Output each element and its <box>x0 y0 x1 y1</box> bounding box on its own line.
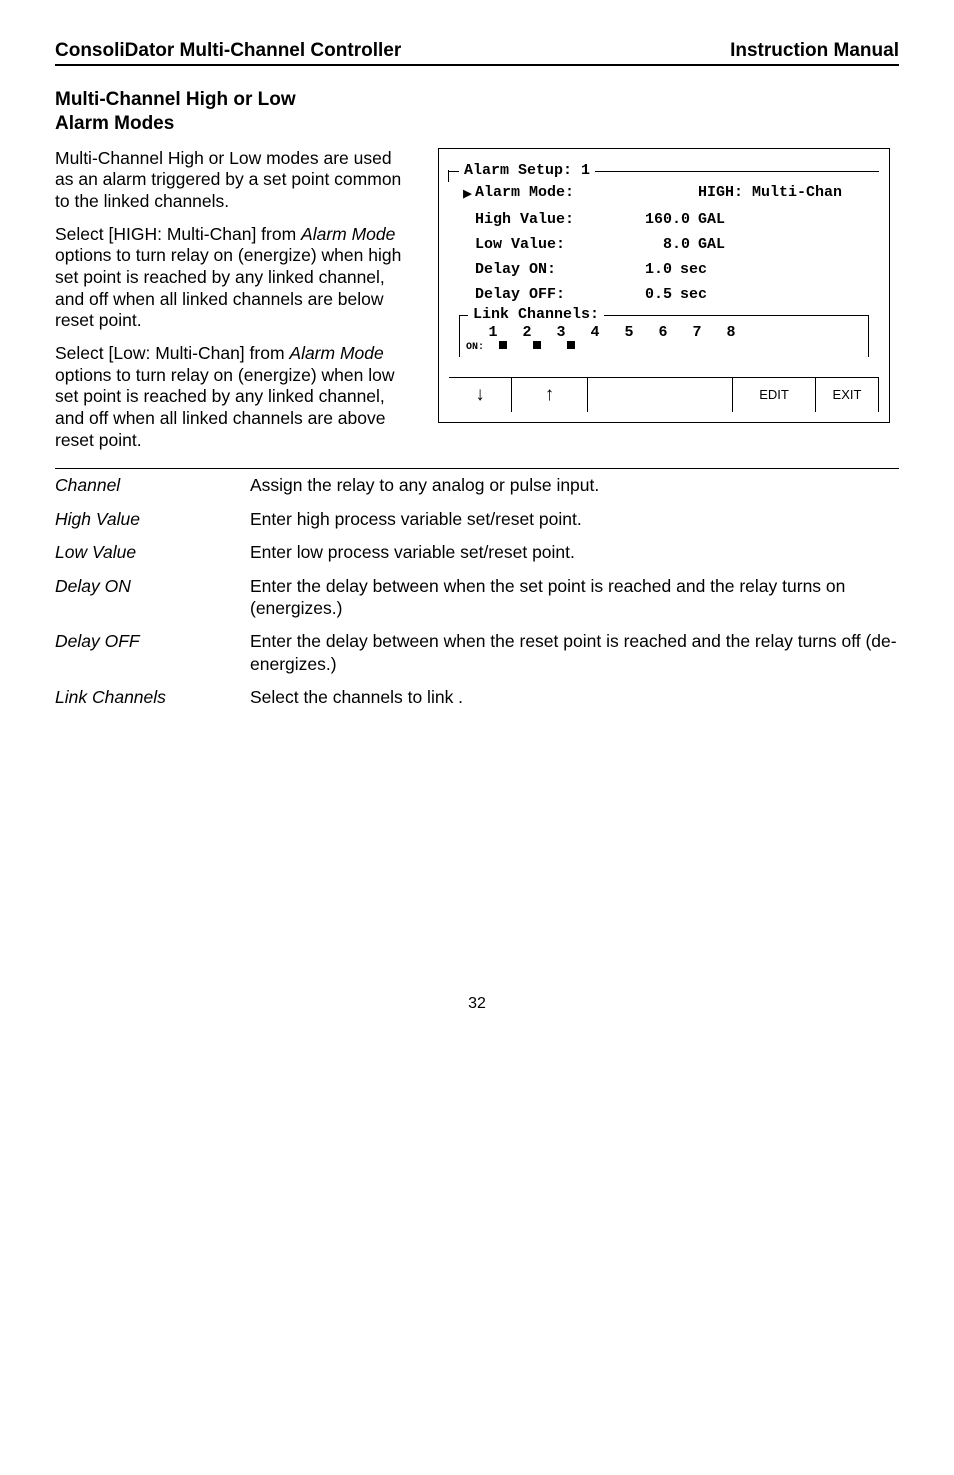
value-high-value: 160.0 <box>620 211 698 228</box>
def-term: Low Value <box>55 541 250 563</box>
def-row-delay-off: Delay OFF Enter the delay between when t… <box>55 625 899 681</box>
def-body: Assign the relay to any analog or pulse … <box>250 474 899 496</box>
on-indicator-2 <box>520 341 554 353</box>
def-row-delay-on: Delay ON Enter the delay between when th… <box>55 570 899 626</box>
def-term: Delay ON <box>55 575 250 597</box>
channel-num-7: 7 <box>680 324 714 341</box>
def-term: Delay OFF <box>55 630 250 652</box>
channel-num-8: 8 <box>714 324 748 341</box>
def-term: Channel <box>55 474 250 496</box>
channel-num-3: 3 <box>544 324 578 341</box>
value-alarm-mode <box>620 184 698 203</box>
def-body: Select the channels to link . <box>250 686 899 708</box>
definitions-list: Channel Assign the relay to any analog o… <box>55 469 899 714</box>
channel-num-2: 2 <box>510 324 544 341</box>
def-body: Enter the delay between when the reset p… <box>250 630 899 675</box>
paragraph-2: Select [HIGH: Multi-Chan] from Alarm Mod… <box>55 224 410 332</box>
page-number: 32 <box>55 995 899 1013</box>
channel-num-4: 4 <box>578 324 612 341</box>
row-high-value: High Value: 160.0 GAL <box>455 209 873 234</box>
def-body: Enter the delay between when the set poi… <box>250 575 899 620</box>
paragraph-1: Multi-Channel High or Low modes are used… <box>55 148 410 213</box>
link-channels-legend: Link Channels: <box>468 306 604 323</box>
value-delay-off: 0.5 <box>620 286 680 303</box>
unit-low-value: GAL <box>698 236 869 253</box>
channel-numbers: 12345678 <box>466 324 862 341</box>
link-channels-group: Link Channels: 12345678 ON: <box>459 315 869 358</box>
unit-delay-off: sec <box>680 286 869 303</box>
value-delay-on: 1.0 <box>620 261 680 278</box>
label-high-value: High Value: <box>475 211 620 228</box>
on-indicators: ON: <box>466 341 862 354</box>
paragraph-3: Select [Low: Multi-Chan] from Alarm Mode… <box>55 343 410 451</box>
label-low-value: Low Value: <box>475 236 620 253</box>
row-delay-on: Delay ON: 1.0 sec <box>455 259 873 284</box>
up-button[interactable]: ↑ <box>512 378 588 412</box>
on-indicator-1 <box>486 341 520 353</box>
down-button[interactable]: ↓ <box>449 378 512 412</box>
header-left: ConsoliDator Multi-Channel Controller <box>55 40 401 62</box>
unit-alarm-mode: HIGH: Multi-Chan <box>698 184 869 203</box>
channel-num-1: 1 <box>476 324 510 341</box>
section-title-line1: Multi-Channel High or Low <box>55 88 899 112</box>
row-alarm-mode: ▶ Alarm Mode: HIGH: Multi-Chan <box>455 182 873 209</box>
def-row-link-channels: Link Channels Select the channels to lin… <box>55 681 899 714</box>
def-term: Link Channels <box>55 686 250 708</box>
def-row-channel: Channel Assign the relay to any analog o… <box>55 469 899 502</box>
on-indicator-3 <box>554 341 588 353</box>
def-row-low-value: Low Value Enter low process variable set… <box>55 536 899 569</box>
row-low-value: Low Value: 8.0 GAL <box>455 234 873 259</box>
channel-num-5: 5 <box>612 324 646 341</box>
unit-high-value: GAL <box>698 211 869 228</box>
group-legend: Alarm Setup: 1 <box>459 162 595 179</box>
def-row-high-value: High Value Enter high process variable s… <box>55 503 899 536</box>
alarm-setup-group: Alarm Setup: 1 ▶ Alarm Mode: HIGH: Multi… <box>449 171 879 360</box>
def-body: Enter high process variable set/reset po… <box>250 508 899 530</box>
def-body: Enter low process variable set/reset poi… <box>250 541 899 563</box>
exit-button[interactable]: EXIT <box>816 378 879 412</box>
on-label: ON: <box>466 342 486 353</box>
section-title: Multi-Channel High or Low Alarm Modes <box>55 88 899 136</box>
selector-arrow-icon: ▶ <box>463 184 475 203</box>
page-header: ConsoliDator Multi-Channel Controller In… <box>55 40 899 66</box>
softkey-row: ↓ ↑ EDIT EXIT <box>449 377 879 412</box>
channel-num-6: 6 <box>646 324 680 341</box>
value-low-value: 8.0 <box>620 236 698 253</box>
blank-button <box>588 378 733 412</box>
section-title-line2: Alarm Modes <box>55 112 899 136</box>
unit-delay-on: sec <box>680 261 869 278</box>
header-right: Instruction Manual <box>730 40 899 62</box>
edit-button[interactable]: EDIT <box>733 378 816 412</box>
label-delay-on: Delay ON: <box>475 261 620 278</box>
def-term: High Value <box>55 508 250 530</box>
label-alarm-mode: Alarm Mode: <box>475 184 620 203</box>
lcd-display: Alarm Setup: 1 ▶ Alarm Mode: HIGH: Multi… <box>438 148 890 424</box>
label-delay-off: Delay OFF: <box>475 286 620 303</box>
body-text: Multi-Channel High or Low modes are used… <box>55 148 410 463</box>
